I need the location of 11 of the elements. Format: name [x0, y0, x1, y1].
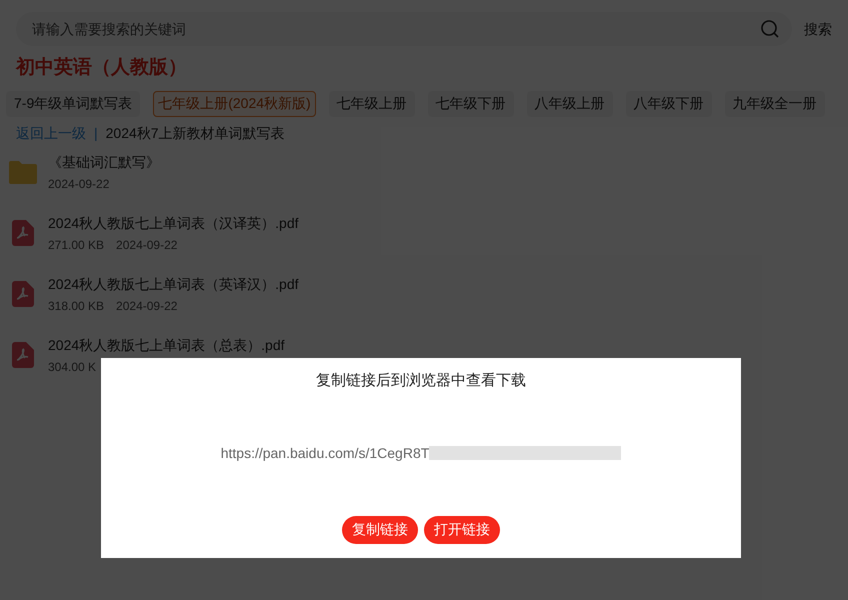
dialog-button[interactable]: 打开链接: [424, 516, 500, 544]
search-button[interactable]: 搜索: [804, 18, 832, 40]
file-name[interactable]: 2024秋人教版七上单词表（英译汉）.pdf: [48, 274, 298, 294]
file-name[interactable]: 2024秋人教版七上单词表（汉译英）.pdf: [48, 212, 298, 234]
breadcrumb-separator: |: [94, 124, 98, 143]
breadcrumb-current: 2024秋7上新教材单词默写表: [106, 124, 285, 142]
dialog-button[interactable]: 复制链接: [342, 516, 418, 544]
dialog-title: 复制链接后到浏览器中查看下载: [316, 371, 526, 391]
page-heading: 初中英语（人教版）: [14, 56, 188, 80]
back-link[interactable]: 返回上一级: [16, 122, 86, 144]
file-name[interactable]: 2024秋人教版七上单词表（总表）.pdf: [48, 334, 284, 356]
